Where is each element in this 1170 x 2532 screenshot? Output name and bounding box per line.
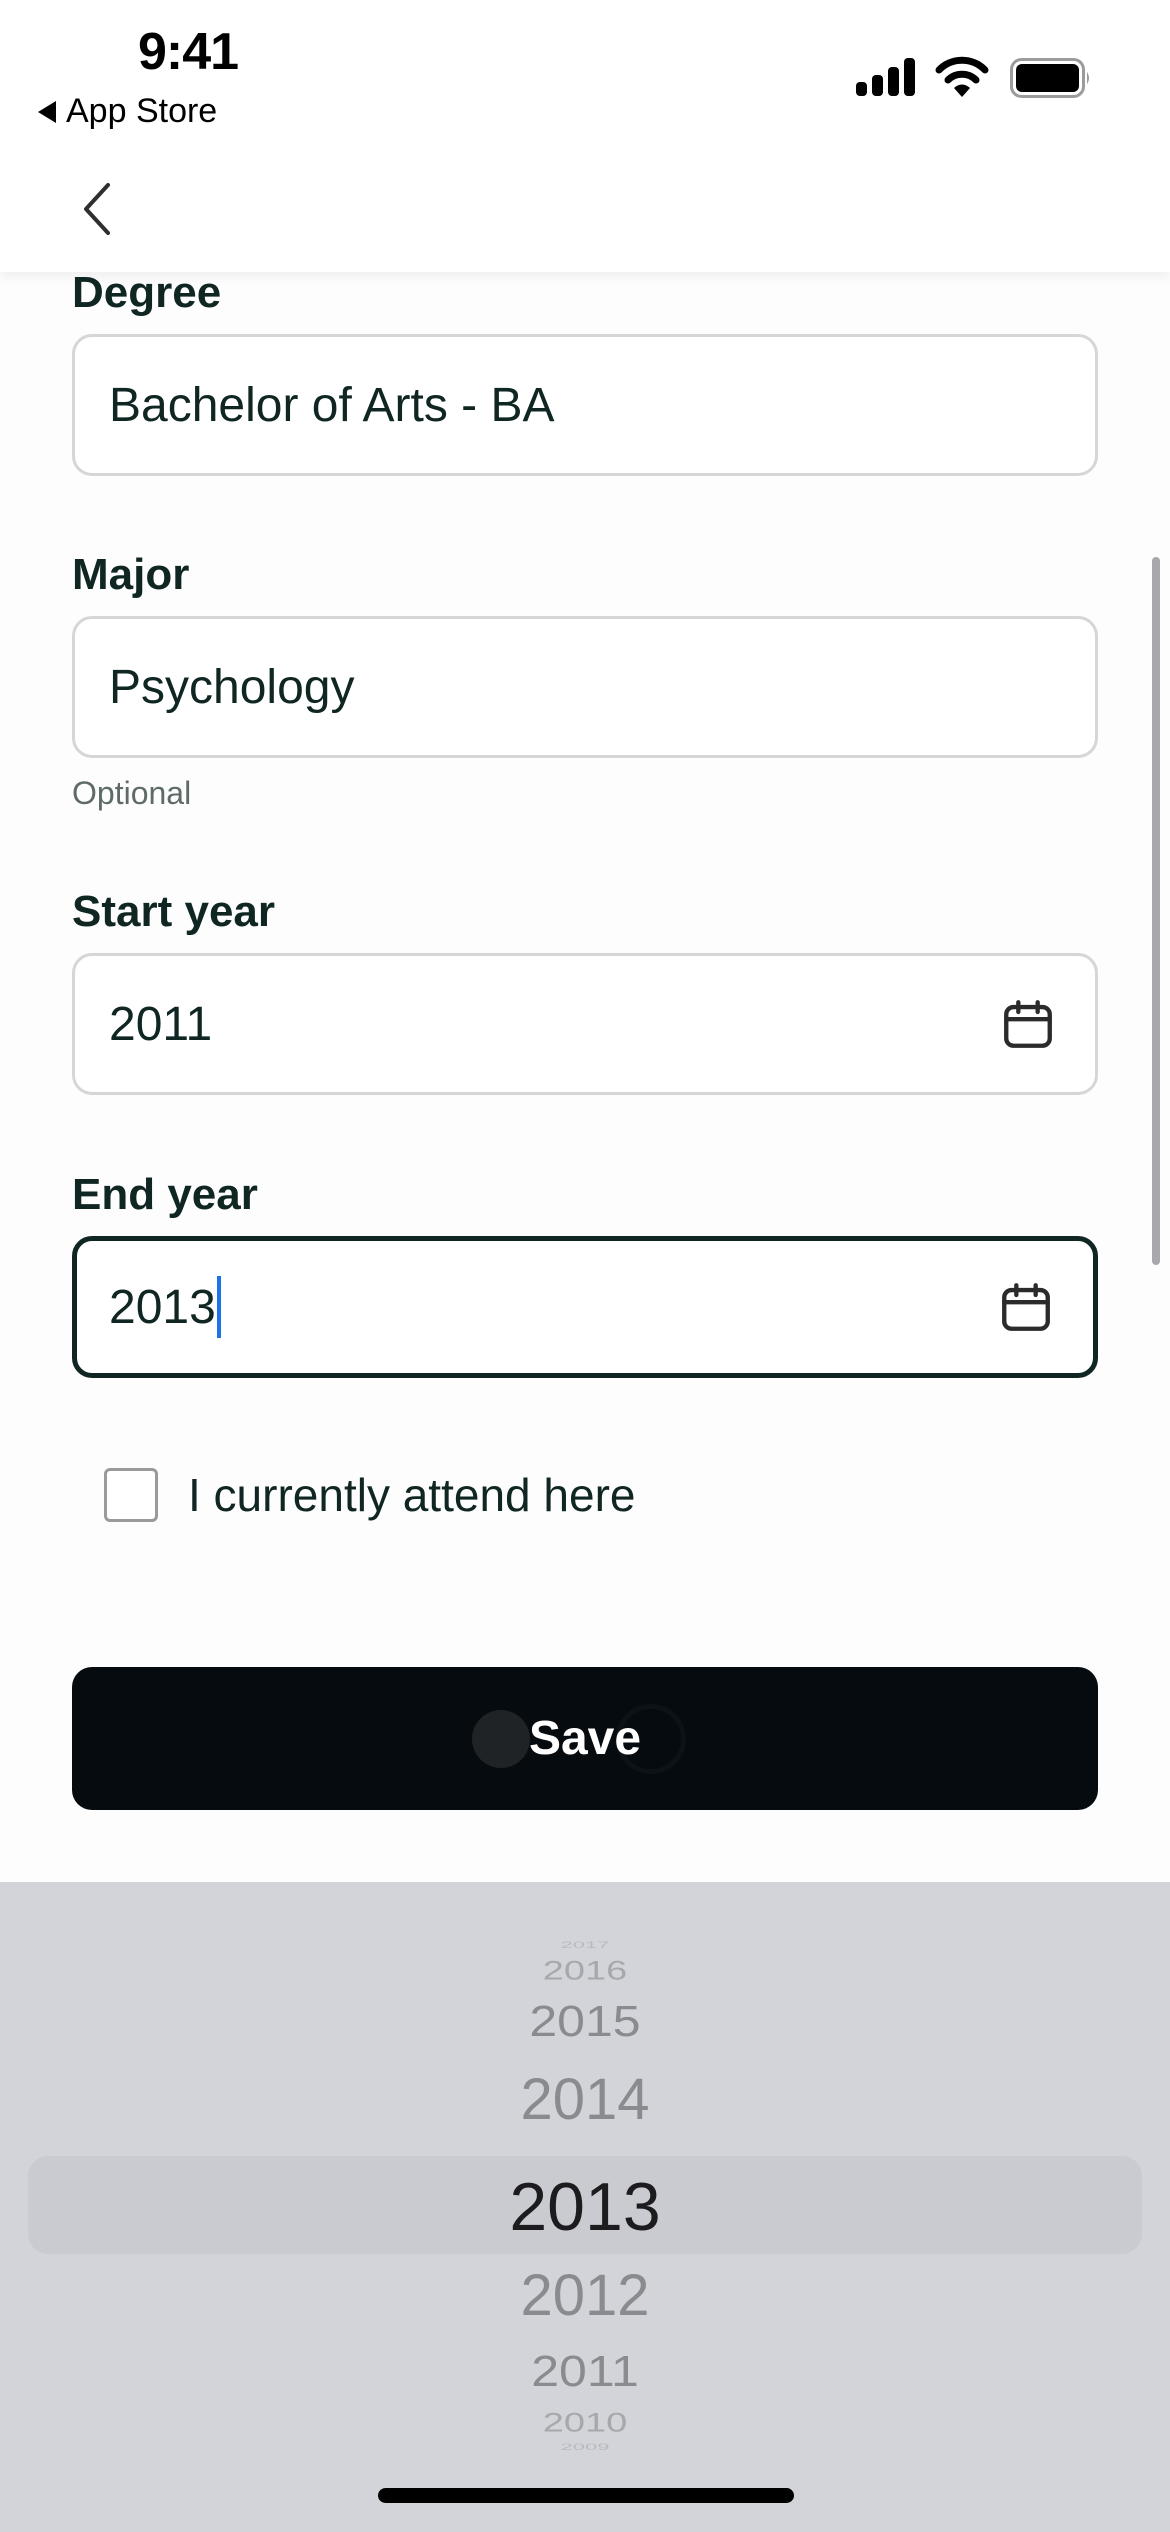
battery-icon bbox=[1010, 58, 1089, 98]
year-picker[interactable]: 2017 2016 2015 2014 2013 2012 2011 2010 … bbox=[0, 1882, 1170, 2532]
major-helper-text: Optional bbox=[72, 775, 192, 811]
back-app-label: App Store bbox=[66, 92, 218, 130]
degree-value: Bachelor of Arts - BA bbox=[109, 378, 555, 432]
text-caret bbox=[216, 1276, 221, 1338]
currently-attend-checkbox[interactable] bbox=[104, 1468, 158, 1522]
major-value: Psychology bbox=[109, 660, 355, 714]
status-bar: 9:41 App Store bbox=[0, 0, 1170, 150]
start-year-value: 2011 bbox=[109, 997, 213, 1051]
nav-header bbox=[0, 150, 1170, 272]
wifi-icon bbox=[935, 56, 989, 97]
picker-item[interactable]: 2015 bbox=[0, 1995, 1170, 2046]
back-to-app-store[interactable]: App Store bbox=[38, 92, 217, 131]
save-button[interactable]: Save bbox=[72, 1667, 1098, 1810]
picker-item-selected[interactable]: 2013 bbox=[0, 2168, 1170, 2246]
picker-item[interactable]: 2009 bbox=[0, 2442, 1170, 2452]
major-field[interactable]: Psychology bbox=[72, 616, 1098, 758]
picker-item[interactable]: 2017 bbox=[0, 1940, 1170, 1950]
picker-item[interactable]: 2011 bbox=[0, 2345, 1170, 2396]
degree-field[interactable]: Bachelor of Arts - BA bbox=[72, 334, 1098, 476]
major-label: Major bbox=[72, 550, 190, 599]
currently-attend-label: I currently attend here bbox=[188, 1469, 636, 1521]
picker-item[interactable]: 2014 bbox=[0, 2066, 1170, 2133]
status-time: 9:41 bbox=[138, 23, 239, 81]
save-button-label: Save bbox=[528, 1712, 642, 1765]
signal-icon bbox=[856, 58, 915, 96]
picker-item[interactable]: 2016 bbox=[0, 1956, 1170, 1986]
back-triangle-icon bbox=[38, 100, 56, 123]
start-year-label: Start year bbox=[72, 887, 276, 936]
home-indicator[interactable] bbox=[378, 2488, 794, 2503]
degree-label: Degree bbox=[72, 268, 222, 317]
end-year-label: End year bbox=[72, 1170, 258, 1219]
start-year-field[interactable]: 2011 bbox=[72, 953, 1098, 1095]
picker-item[interactable]: 2010 bbox=[0, 2408, 1170, 2438]
end-year-field[interactable]: 2013 bbox=[72, 1236, 1098, 1378]
back-button[interactable] bbox=[66, 174, 130, 244]
scrollbar[interactable] bbox=[1152, 557, 1160, 1265]
calendar-icon[interactable] bbox=[999, 995, 1057, 1053]
currently-attend-row[interactable]: I currently attend here bbox=[104, 1468, 635, 1522]
touch-indicator bbox=[472, 1709, 530, 1768]
end-year-value: 2013 bbox=[109, 1280, 216, 1334]
chevron-left-icon bbox=[84, 183, 110, 235]
calendar-icon[interactable] bbox=[997, 1278, 1055, 1336]
picker-item[interactable]: 2012 bbox=[0, 2262, 1170, 2329]
